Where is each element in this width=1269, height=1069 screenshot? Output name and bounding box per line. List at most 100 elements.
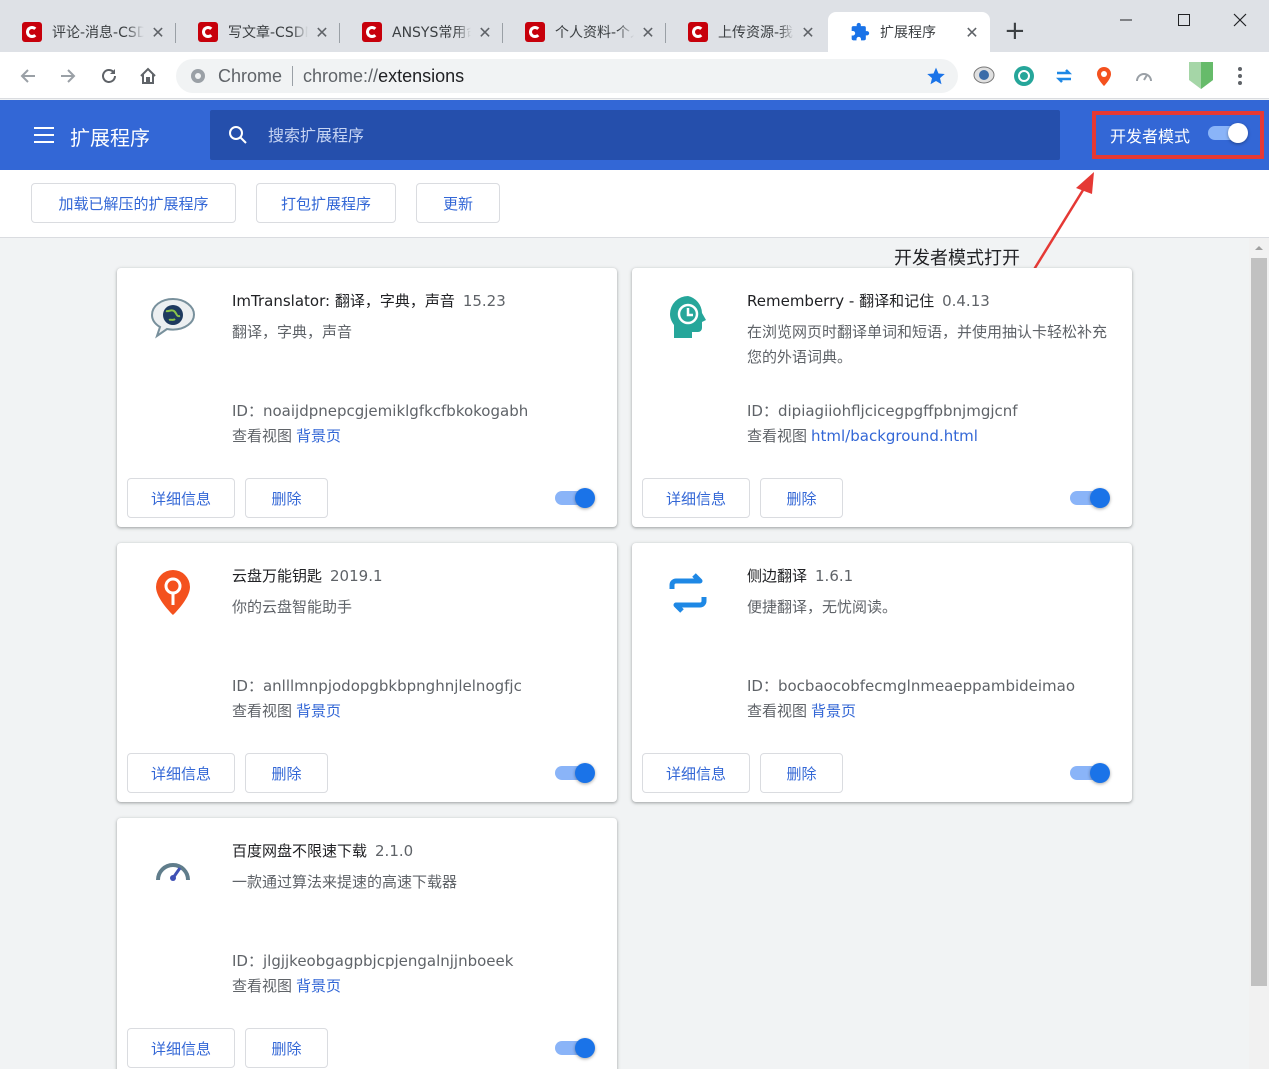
extension-version: 2019.1 xyxy=(330,567,383,585)
background-page-link[interactable]: 背景页 xyxy=(296,977,341,995)
extension-enable-toggle[interactable] xyxy=(555,1038,595,1058)
load-unpacked-button[interactable]: 加载已解压的扩展程序 xyxy=(31,183,236,223)
close-icon[interactable]: ✕ xyxy=(800,23,816,42)
update-button[interactable]: 更新 xyxy=(416,183,500,223)
home-button[interactable] xyxy=(134,62,162,90)
details-button[interactable]: 详细信息 xyxy=(127,478,235,518)
csdn-icon xyxy=(688,22,708,42)
back-arrow-icon xyxy=(20,69,35,83)
forward-button[interactable] xyxy=(54,62,82,90)
extension-id: noaijdpnepcgjemiklgfkcfbkokogabh xyxy=(262,402,529,420)
close-icon[interactable]: ✕ xyxy=(477,23,493,42)
extension-description: 便捷翻译，无忧阅读。 xyxy=(747,598,898,616)
address-bar[interactable]: Chrome chrome:// extensions xyxy=(176,59,958,93)
menu-button[interactable] xyxy=(1228,64,1252,88)
reload-button[interactable] xyxy=(95,62,123,90)
close-icon[interactable]: ✕ xyxy=(964,23,980,42)
extension-id: dipiagiiohfljcicegpgffpbnjmgjcnf xyxy=(777,402,1018,420)
tab-extensions[interactable]: 扩展程序 ✕ xyxy=(828,12,990,52)
extension-id: jlgjjkeobgagpbjcpjengalnjjnboeek xyxy=(262,952,514,970)
bookmark-star-icon[interactable] xyxy=(926,66,946,86)
extensions-header: 扩展程序 开发者模式 xyxy=(0,100,1269,170)
background-page-link[interactable]: html/background.html xyxy=(811,427,978,445)
rememberry-icon xyxy=(662,292,714,344)
extension-description: 一款通过算法来提速的高速下载器 xyxy=(232,873,458,891)
scroll-up-icon[interactable] xyxy=(1249,240,1269,256)
speedometer-toolbar-icon[interactable] xyxy=(1132,64,1156,88)
close-icon[interactable]: ✕ xyxy=(640,23,656,42)
imtranslator-toolbar-icon[interactable] xyxy=(972,64,996,88)
remove-button[interactable]: 删除 xyxy=(245,478,328,518)
forward-arrow-icon xyxy=(61,69,76,83)
tab-profile[interactable]: 个人资料-个人中心 ✕ xyxy=(503,12,666,52)
tab-title: 扩展程序 xyxy=(880,25,936,41)
inspect-views-label: 查看视图 xyxy=(232,977,293,995)
details-button[interactable]: 详细信息 xyxy=(127,1028,235,1068)
inspect-views-label: 查看视图 xyxy=(747,702,808,720)
page-scrollbar[interactable] xyxy=(1249,238,1269,1069)
tab-write-article[interactable]: 写文章-CSDN博客 ✕ xyxy=(176,12,340,52)
extension-id: bocbaocobfecmglnmeaeppambideimao xyxy=(777,677,1076,695)
details-button[interactable]: 详细信息 xyxy=(127,753,235,793)
extension-card-side-translate: 侧边翻译 1.6.1 便捷翻译，无忧阅读。 ID：bocbaocobfecmgln… xyxy=(632,543,1132,802)
more-vert-icon xyxy=(1238,67,1242,85)
back-button[interactable] xyxy=(14,62,42,90)
home-icon xyxy=(140,67,156,84)
page-title: 扩展程序 xyxy=(70,126,150,150)
search-icon xyxy=(229,126,247,144)
rememberry-toolbar-icon[interactable] xyxy=(1012,64,1036,88)
extension-enable-toggle[interactable] xyxy=(1070,488,1110,508)
inspect-views-label: 查看视图 xyxy=(232,427,293,445)
scrollbar-thumb[interactable] xyxy=(1251,258,1267,986)
csdn-icon xyxy=(22,22,42,42)
details-button[interactable]: 详细信息 xyxy=(642,753,750,793)
details-button[interactable]: 详细信息 xyxy=(642,478,750,518)
close-window-button[interactable] xyxy=(1211,0,1269,40)
remove-button[interactable]: 删除 xyxy=(760,753,843,793)
tab-title: 上传资源-我的资源 xyxy=(718,25,794,41)
side-translate-toolbar-icon[interactable] xyxy=(1052,64,1076,88)
url-host: extensions xyxy=(378,65,465,86)
extension-enable-toggle[interactable] xyxy=(555,488,595,508)
close-icon[interactable]: ✕ xyxy=(150,23,166,42)
search-box[interactable] xyxy=(210,110,1060,160)
extension-card-rememberry: Rememberry - 翻译和记住 0.4.13 在浏览网页时翻译单词和短语，并… xyxy=(632,268,1132,527)
background-page-link[interactable]: 背景页 xyxy=(296,427,341,445)
new-tab-button[interactable]: + xyxy=(1004,18,1026,44)
background-page-link[interactable]: 背景页 xyxy=(296,702,341,720)
extension-version: 2.1.0 xyxy=(375,842,414,860)
yunpan-key-icon xyxy=(147,567,199,619)
remove-button[interactable]: 删除 xyxy=(760,478,843,518)
extension-card-baidu-download: 百度网盘不限速下载 2.1.0 一款通过算法来提速的高速下载器 ID：jlgjjk… xyxy=(117,818,617,1069)
minimize-button[interactable] xyxy=(1097,0,1155,40)
close-window-icon xyxy=(1233,13,1247,27)
search-input[interactable] xyxy=(268,125,1028,145)
inspect-views-label: 查看视图 xyxy=(232,702,293,720)
profile-avatar[interactable] xyxy=(1186,60,1216,90)
pack-extension-button[interactable]: 打包扩展程序 xyxy=(256,183,396,223)
id-label: ID： xyxy=(747,677,778,695)
yunpan-key-toolbar-icon[interactable] xyxy=(1092,64,1116,88)
hamburger-menu-icon[interactable] xyxy=(34,127,54,143)
background-page-link[interactable]: 背景页 xyxy=(811,702,856,720)
extension-enable-toggle[interactable] xyxy=(1070,763,1110,783)
chrome-icon xyxy=(191,69,205,83)
extension-name: 云盘万能钥匙 xyxy=(232,567,323,585)
close-icon[interactable]: ✕ xyxy=(314,23,330,42)
tab-upload[interactable]: 上传资源-我的资源 ✕ xyxy=(666,12,826,52)
side-translate-icon xyxy=(662,567,714,619)
extension-name: Rememberry - 翻译和记住 xyxy=(747,292,935,310)
id-label: ID： xyxy=(232,952,263,970)
remove-button[interactable]: 删除 xyxy=(245,1028,328,1068)
remove-button[interactable]: 删除 xyxy=(245,753,328,793)
developer-mode-label: 开发者模式 xyxy=(1110,127,1191,146)
tab-comments[interactable]: 评论-消息-CSDN ✕ xyxy=(0,12,176,52)
puzzle-icon xyxy=(851,22,870,41)
extension-enable-toggle[interactable] xyxy=(555,763,595,783)
extension-name: 百度网盘不限速下载 xyxy=(232,842,368,860)
developer-mode-toggle[interactable] xyxy=(1208,123,1248,143)
maximize-button[interactable] xyxy=(1155,0,1213,40)
tab-ansys[interactable]: ANSYS常用命令 ✕ xyxy=(340,12,503,52)
csdn-icon xyxy=(525,22,545,42)
annotation-arrow xyxy=(1028,172,1094,277)
